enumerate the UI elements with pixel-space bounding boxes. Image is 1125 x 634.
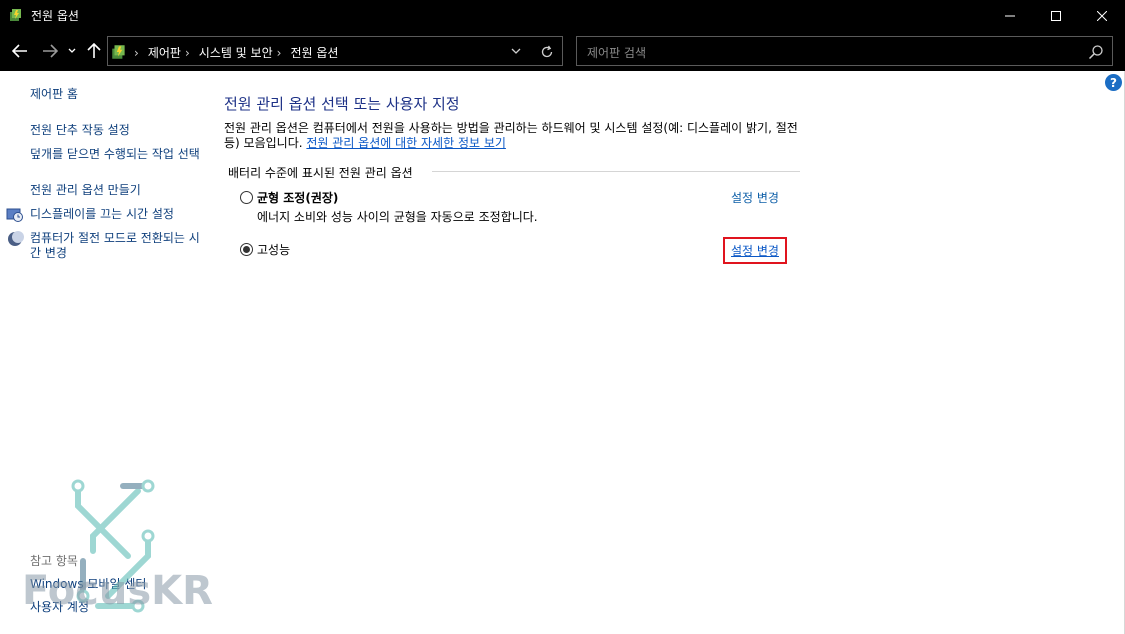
close-icon xyxy=(1097,10,1107,21)
chevron-right-icon[interactable]: › xyxy=(185,46,190,60)
chevron-right-icon: › xyxy=(134,45,139,60)
breadcrumb-system-security[interactable]: 시스템 및 보안 xyxy=(199,44,273,61)
minimize-button[interactable] xyxy=(987,0,1033,31)
change-balanced-settings-link[interactable]: 설정 변경 xyxy=(731,189,779,206)
sidebar-item-lid-close[interactable]: 덮개를 닫으면 수행되는 작업 선택 xyxy=(30,147,200,162)
arrow-up-icon xyxy=(87,43,101,58)
power-options-icon xyxy=(8,7,24,23)
arrow-right-icon xyxy=(43,44,58,58)
breadcrumb-power-options[interactable]: 전원 옵션 xyxy=(290,44,338,61)
help-icon[interactable]: ? xyxy=(1105,74,1122,91)
breadcrumb: › 제어판 › 시스템 및 보안 › 전원 옵션 xyxy=(130,44,338,61)
window-title: 전원 옵션 xyxy=(31,9,79,23)
address-history-button[interactable] xyxy=(508,43,524,59)
navigation-bar: › 제어판 › 시스템 및 보안 › 전원 옵션 제어판 검색 xyxy=(0,31,1125,71)
monitor-clock-icon xyxy=(6,206,24,224)
plan-balanced-name[interactable]: 균형 조정(권장) xyxy=(257,189,338,206)
sidebar-item-display-off[interactable]: 디스플레이를 끄는 시간 설정 xyxy=(30,207,174,222)
breadcrumb-control-panel[interactable]: 제어판 xyxy=(148,44,181,61)
sidebar-item-power-buttons[interactable]: 전원 단추 작동 설정 xyxy=(30,123,130,138)
maximize-button[interactable] xyxy=(1033,0,1079,31)
plan-high-performance-radio[interactable] xyxy=(240,243,253,256)
content-pane: ? 제어판 홈 전원 단추 작동 설정 덮개를 닫으면 수행되는 작업 선택 전… xyxy=(0,71,1125,634)
power-plan-info-link[interactable]: 전원 관리 옵션에 대한 자세한 정보 보기 xyxy=(306,136,506,150)
chevron-down-icon xyxy=(68,48,76,53)
search-icon[interactable] xyxy=(1088,44,1104,60)
page-title: 전원 관리 옵션 선택 또는 사용자 지정 xyxy=(224,95,460,113)
search-placeholder: 제어판 검색 xyxy=(587,46,647,60)
minimize-icon xyxy=(1005,15,1015,16)
plan-high-performance-name[interactable]: 고성능 xyxy=(257,241,290,258)
chevron-right-icon[interactable]: › xyxy=(277,46,282,60)
back-button[interactable] xyxy=(8,39,32,63)
refresh-icon xyxy=(541,45,553,58)
section-label: 배터리 수준에 표시된 전원 관리 옵션 xyxy=(228,166,413,180)
maximize-icon xyxy=(1051,10,1061,21)
up-button[interactable] xyxy=(82,39,106,63)
forward-button[interactable] xyxy=(38,39,62,63)
address-bar[interactable]: › 제어판 › 시스템 및 보안 › 전원 옵션 xyxy=(107,36,563,66)
recent-locations-button[interactable] xyxy=(64,39,80,63)
search-input[interactable]: 제어판 검색 xyxy=(576,36,1113,66)
sidebar-item-create-plan[interactable]: 전원 관리 옵션 만들기 xyxy=(30,183,141,198)
title-bar: 전원 옵션 xyxy=(0,0,1125,31)
power-options-icon xyxy=(110,43,128,61)
refresh-button[interactable] xyxy=(538,43,556,61)
chevron-down-icon xyxy=(511,48,521,54)
moon-icon xyxy=(6,230,24,248)
arrow-left-icon xyxy=(12,44,27,58)
plan-balanced-description: 에너지 소비와 성능 사이의 균형을 자동으로 조정합니다. xyxy=(257,210,538,224)
sidebar-item-control-panel-home[interactable]: 제어판 홈 xyxy=(30,87,78,102)
plan-balanced-radio[interactable] xyxy=(240,191,253,204)
change-high-performance-settings-link[interactable]: 설정 변경 xyxy=(723,237,787,264)
close-button[interactable] xyxy=(1079,0,1125,31)
watermark-text: FocusKR xyxy=(22,568,213,614)
sidebar-item-sleep-time[interactable]: 컴퓨터가 절전 모드로 전환되는 시간 변경 xyxy=(30,231,200,261)
section-divider xyxy=(432,171,800,172)
page-description: 전원 관리 옵션은 컴퓨터에서 전원을 사용하는 방법을 관리하는 하드웨어 및… xyxy=(224,121,804,151)
